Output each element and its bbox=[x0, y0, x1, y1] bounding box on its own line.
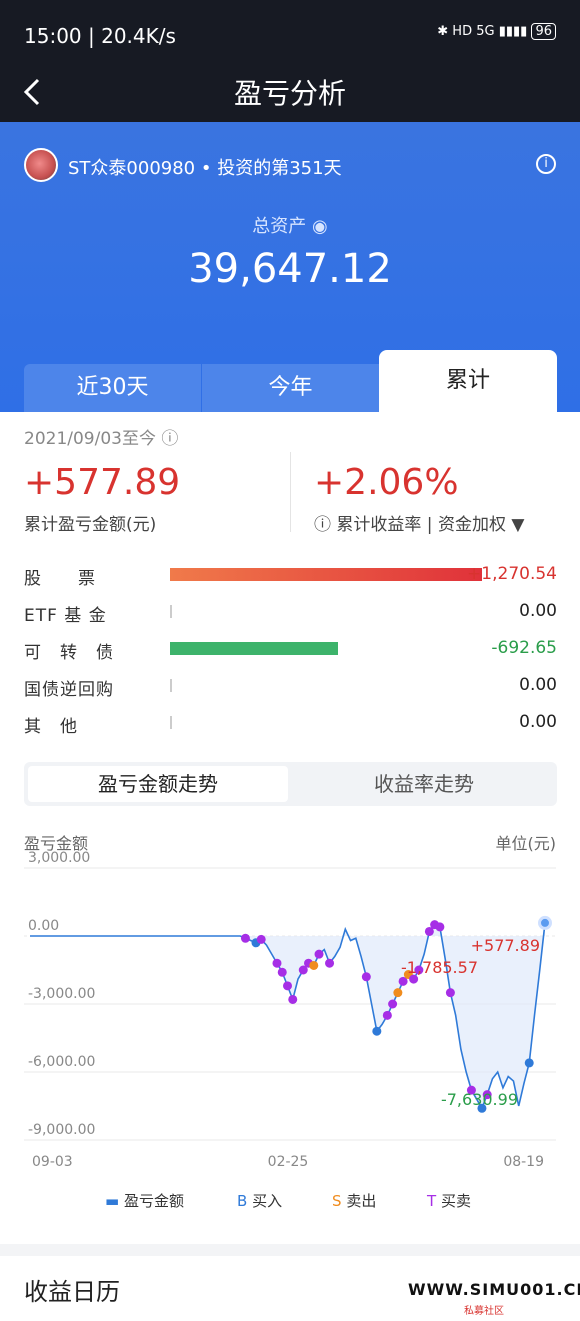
trade-marker bbox=[314, 949, 324, 959]
trade-marker bbox=[256, 934, 266, 944]
breakdown-row: 可 转 债 -692.65 bbox=[24, 636, 557, 666]
trade-marker bbox=[277, 967, 287, 977]
trade-marker bbox=[325, 958, 335, 968]
total-assets-label: 总资产 ◉ bbox=[252, 216, 328, 237]
trade-marker bbox=[272, 958, 282, 968]
y-tick-label: -9,000.00 bbox=[28, 1122, 95, 1138]
battery-icon: 96 bbox=[531, 23, 556, 40]
breakdown-name: 其 他 bbox=[24, 717, 78, 737]
eye-icon[interactable]: ◉ bbox=[312, 216, 328, 237]
x-tick-label: 08-19 bbox=[503, 1154, 544, 1170]
trade-marker bbox=[435, 922, 445, 932]
breakdown-row: 国债逆回购 0.00 bbox=[24, 673, 557, 703]
breakdown-bar bbox=[170, 605, 172, 618]
page-title: 盈亏分析 bbox=[233, 77, 346, 110]
trade-marker bbox=[283, 981, 292, 991]
breakdown-name: 国债逆回购 bbox=[24, 680, 114, 700]
breakdown-name: 可 转 债 bbox=[24, 643, 114, 663]
trade-marker bbox=[240, 933, 250, 943]
watermark: WWW.SIMU001.CN 私募社区 bbox=[408, 1280, 580, 1317]
breakdown-value: 0.00 bbox=[519, 712, 557, 732]
tab-pnl-trend[interactable]: 盈亏金额走势 bbox=[28, 766, 288, 802]
trade-marker bbox=[393, 988, 403, 998]
chart-tabs: 盈亏金额走势 收益率走势 bbox=[24, 762, 557, 806]
period-tabs: 近30天 今年 累计 bbox=[24, 350, 557, 412]
legend-sell: S 卖出 bbox=[332, 1192, 377, 1210]
tab-this-year[interactable]: 今年 bbox=[202, 364, 379, 412]
account-info: ST众泰000980 • 投资的第351天 bbox=[68, 158, 342, 179]
legend-line: ▬ 盈亏金额 bbox=[105, 1192, 184, 1210]
trade-marker bbox=[445, 988, 455, 998]
trade-marker bbox=[372, 1026, 382, 1036]
info-icon[interactable]: ⓘ bbox=[314, 515, 331, 535]
tab-rate-trend[interactable]: 收益率走势 bbox=[294, 766, 554, 802]
trade-marker bbox=[524, 1058, 534, 1068]
period-range: 2021/09/03至今 ⓘ bbox=[24, 429, 179, 449]
breakdown-bar bbox=[170, 679, 172, 692]
pnl-amount-label: 累计盈亏金额(元) bbox=[24, 515, 157, 535]
last-point bbox=[538, 915, 552, 930]
data-label: -1,785.57 bbox=[401, 958, 478, 977]
breakdown-name: 股 票 bbox=[24, 569, 96, 589]
breakdown-bar bbox=[170, 716, 172, 729]
avatar[interactable] bbox=[24, 148, 58, 182]
chevron-down-icon[interactable]: ▼ bbox=[511, 515, 524, 535]
y-tick-label: 0.00 bbox=[28, 918, 59, 934]
method-select[interactable]: 资金加权 bbox=[438, 515, 506, 535]
y-tick-label: -3,000.00 bbox=[28, 986, 95, 1002]
y-tick-label: 3,000.00 bbox=[28, 850, 90, 866]
breakdown-value: -692.65 bbox=[491, 638, 557, 658]
x-tick-label: 02-25 bbox=[268, 1154, 309, 1170]
breakdown-name: ETF 基 金 bbox=[24, 606, 107, 626]
area-fill bbox=[30, 922, 545, 1109]
info-icon[interactable]: ⓘ bbox=[161, 429, 178, 449]
trade-marker bbox=[288, 994, 298, 1004]
pnl-amount: +577.89 bbox=[24, 462, 181, 503]
breakdown-bar bbox=[170, 568, 482, 581]
trade-marker bbox=[388, 999, 398, 1009]
total-assets-value: 39,647.12 bbox=[188, 246, 392, 292]
breakdown-row: ETF 基 金 0.00 bbox=[24, 599, 557, 629]
legend-buy: B 买入 bbox=[237, 1192, 283, 1210]
account-header: ST众泰000980 • 投资的第351天 i 总资产 ◉ 39,647.12 … bbox=[0, 122, 580, 412]
calendar-title: 收益日历 bbox=[24, 1278, 120, 1306]
tab-cumulative[interactable]: 累计 bbox=[379, 350, 557, 412]
divider bbox=[290, 452, 291, 532]
return-rate-label: ⓘ 累计收益率 | 资金加权 ▼ bbox=[314, 515, 525, 535]
tab-30days[interactable]: 近30天 bbox=[24, 364, 201, 412]
status-time: 15:00 | 20.4K/s bbox=[24, 24, 176, 48]
trade-marker bbox=[361, 972, 371, 982]
legend-trade: T 买卖 bbox=[427, 1192, 471, 1210]
breakdown-row: 其 他 0.00 bbox=[24, 710, 557, 740]
breakdown-bar bbox=[170, 642, 339, 655]
y-tick-label: -6,000.00 bbox=[28, 1054, 95, 1070]
return-rate: +2.06% bbox=[314, 462, 459, 503]
breakdown-value: +1,270.54 bbox=[467, 564, 557, 584]
nav-bar: 盈亏分析 bbox=[0, 62, 580, 122]
trade-marker bbox=[309, 960, 319, 970]
trade-marker bbox=[382, 1010, 392, 1020]
info-icon[interactable]: i bbox=[536, 154, 556, 174]
data-label: +577.89 bbox=[471, 936, 540, 955]
status-icons: ✱ HD 5G ▮▮▮▮ 96 bbox=[437, 23, 556, 40]
pnl-chart[interactable]: 3,000.00 0.00 -3,000.00 -6,000.00 -9,000.00 0… bbox=[0, 850, 580, 1180]
status-bar: 15:00 | 20.4K/s ✱ HD 5G ▮▮▮▮ 96 bbox=[0, 0, 580, 62]
breakdown-value: 0.00 bbox=[519, 601, 557, 621]
data-label: -7,630.99 bbox=[441, 1090, 518, 1109]
x-tick-label: 09-03 bbox=[32, 1154, 73, 1170]
breakdown-row: 股 票 +1,270.54 bbox=[24, 562, 557, 592]
breakdown-value: 0.00 bbox=[519, 675, 557, 695]
